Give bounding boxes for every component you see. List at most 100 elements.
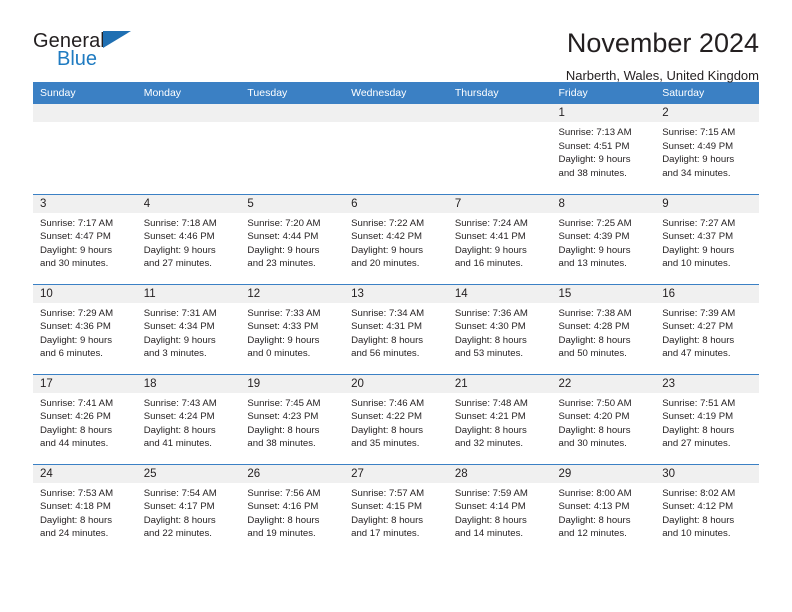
sunrise-time: Sunrise: 7:59 AM — [454, 487, 528, 499]
calendar-day-cell[interactable]: 16 Sunrise: 7:39 AM Sunset: 4:27 PM Dayligh… — [655, 283, 759, 374]
day-cell-inner: 28 Sunrise: 7:59 AM Sunset: 4:14 PM Dayligh… — [447, 464, 552, 555]
weekday-header-tuesday: Tuesday — [240, 82, 345, 104]
daylight-duration-line1: Daylight: 8 hours — [40, 514, 112, 526]
calendar-day-cell[interactable]: 4 Sunrise: 7:18 AM Sunset: 4:46 PM Daylight… — [136, 193, 241, 284]
calendar-day-cell[interactable]: 5 Sunrise: 7:20 AM Sunset: 4:44 PM Daylight… — [240, 193, 345, 284]
day-number: 13 — [344, 284, 448, 303]
day-cell-inner — [447, 104, 552, 194]
sunset-time: Sunset: 4:42 PM — [351, 231, 423, 243]
daylight-duration-line1: Daylight: 9 hours — [247, 334, 320, 346]
daylight-duration-line1: Daylight: 9 hours — [558, 244, 631, 256]
day-number: 4 — [136, 194, 241, 213]
daylight-duration-line1: Daylight: 8 hours — [247, 514, 320, 526]
sunset-time: Sunset: 4:20 PM — [558, 411, 630, 423]
sunset-time: Sunset: 4:13 PM — [558, 501, 630, 513]
day-sun-info: Sunrise: 7:15 AM Sunset: 4:49 PM Daylight:… — [655, 122, 759, 180]
calendar-day-cell[interactable]: 12 Sunrise: 7:33 AM Sunset: 4:33 PM Dayligh… — [240, 283, 345, 374]
calendar-day-cell[interactable]: 26 Sunrise: 7:56 AM Sunset: 4:16 PM Dayligh… — [240, 463, 345, 555]
day-cell-inner: 20 Sunrise: 7:46 AM Sunset: 4:22 PM Dayligh… — [344, 374, 448, 464]
calendar-day-cell[interactable]: 7 Sunrise: 7:24 AM Sunset: 4:41 PM Daylight… — [447, 193, 552, 284]
daylight-duration-line1: Daylight: 8 hours — [454, 514, 527, 526]
triangle-logo-icon — [103, 31, 131, 48]
calendar-day-cell[interactable]: 19 Sunrise: 7:45 AM Sunset: 4:23 PM Dayligh… — [240, 373, 345, 464]
calendar-day-cell[interactable]: 23 Sunrise: 7:51 AM Sunset: 4:19 PM Dayligh… — [655, 373, 759, 464]
daylight-duration-line1: Daylight: 9 hours — [662, 154, 735, 166]
calendar-day-cell[interactable]: 18 Sunrise: 7:43 AM Sunset: 4:24 PM Dayligh… — [136, 373, 241, 464]
sunset-time: Sunset: 4:16 PM — [247, 501, 319, 513]
day-cell-inner: 22 Sunrise: 7:50 AM Sunset: 4:20 PM Dayligh… — [551, 374, 656, 464]
sunset-time: Sunset: 4:44 PM — [247, 231, 319, 243]
daylight-duration-line1: Daylight: 8 hours — [558, 514, 631, 526]
day-sun-info: Sunrise: 7:20 AM Sunset: 4:44 PM Daylight:… — [240, 213, 344, 271]
calendar-day-cell[interactable]: 22 Sunrise: 7:50 AM Sunset: 4:20 PM Dayligh… — [551, 373, 656, 464]
day-sun-info: Sunrise: 7:50 AM Sunset: 4:20 PM Daylight:… — [552, 393, 656, 451]
sunrise-time: Sunrise: 7:31 AM — [143, 307, 217, 319]
calendar-day-cell[interactable]: 25 Sunrise: 7:54 AM Sunset: 4:17 PM Dayligh… — [136, 463, 241, 554]
calendar-day-cell[interactable]: 17 Sunrise: 7:41 AM Sunset: 4:26 PM Dayligh… — [33, 373, 137, 464]
calendar-day-cell[interactable]: 15 Sunrise: 7:38 AM Sunset: 4:28 PM Dayligh… — [551, 283, 656, 374]
brand-name-blue: Blue — [57, 48, 98, 70]
daylight-duration-line1: Daylight: 8 hours — [351, 424, 424, 436]
daylight-duration-line2: and 6 minutes. — [40, 348, 103, 360]
sunset-time: Sunset: 4:41 PM — [454, 231, 526, 243]
sunset-time: Sunset: 4:28 PM — [558, 321, 630, 333]
calendar-day-cell[interactable]: 11 Sunrise: 7:31 AM Sunset: 4:34 PM Dayligh… — [136, 283, 241, 374]
day-cell-inner: 7 Sunrise: 7:24 AM Sunset: 4:41 PM Daylight… — [447, 194, 552, 284]
calendar-day-cell[interactable]: 24 Sunrise: 7:53 AM Sunset: 4:18 PM Dayligh… — [33, 463, 137, 554]
sunset-time: Sunset: 4:27 PM — [662, 321, 734, 333]
daylight-duration-line2: and 44 minutes. — [40, 438, 109, 450]
daylight-duration-line1: Daylight: 9 hours — [143, 244, 216, 256]
day-sun-info: Sunrise: 7:56 AM Sunset: 4:16 PM Daylight:… — [240, 483, 344, 541]
daylight-duration-line2: and 30 minutes. — [40, 258, 109, 270]
day-number: 1 — [551, 104, 656, 122]
daylight-duration-line1: Daylight: 8 hours — [558, 334, 631, 346]
calendar-day-cell[interactable]: 21 Sunrise: 7:48 AM Sunset: 4:21 PM Dayligh… — [447, 373, 552, 464]
day-sun-info: Sunrise: 7:41 AM Sunset: 4:26 PM Daylight:… — [33, 393, 137, 451]
calendar-day-cell[interactable]: 13 Sunrise: 7:34 AM Sunset: 4:31 PM Dayligh… — [344, 283, 448, 374]
daylight-duration-line2: and 35 minutes. — [351, 438, 420, 450]
calendar-day-cell[interactable]: 20 Sunrise: 7:46 AM Sunset: 4:22 PM Dayligh… — [344, 373, 448, 464]
sunset-time: Sunset: 4:14 PM — [454, 501, 526, 513]
day-number: 23 — [655, 374, 759, 393]
brand-logo[interactable]: General Blue — [33, 28, 153, 74]
day-cell-inner — [136, 104, 241, 194]
calendar-day-cell[interactable]: 29 Sunrise: 8:00 AM Sunset: 4:13 PM Dayligh… — [551, 463, 656, 554]
day-sun-info: Sunrise: 7:48 AM Sunset: 4:21 PM Daylight:… — [448, 393, 552, 451]
day-sun-info: Sunrise: 7:13 AM Sunset: 4:51 PM Daylight:… — [552, 122, 656, 180]
sunrise-time: Sunrise: 7:43 AM — [143, 397, 217, 409]
day-cell-inner: 26 Sunrise: 7:56 AM Sunset: 4:16 PM Dayligh… — [240, 464, 345, 555]
calendar-day-cell[interactable]: 3 Sunrise: 7:17 AM Sunset: 4:47 PM Daylight… — [33, 193, 137, 284]
daylight-duration-line1: Daylight: 8 hours — [351, 334, 424, 346]
calendar-day-cell[interactable]: 27 Sunrise: 7:57 AM Sunset: 4:15 PM Dayligh… — [344, 463, 448, 555]
calendar-day-cell[interactable]: 1 Sunrise: 7:13 AM Sunset: 4:51 PM Daylight… — [551, 104, 656, 194]
calendar-day-cell[interactable]: 14 Sunrise: 7:36 AM Sunset: 4:30 PM Dayligh… — [447, 283, 552, 374]
calendar-day-cell[interactable]: 28 Sunrise: 7:59 AM Sunset: 4:14 PM Dayligh… — [447, 463, 552, 555]
calendar-day-cell[interactable]: 2 Sunrise: 7:15 AM Sunset: 4:49 PM Daylight… — [655, 104, 759, 194]
day-number: 22 — [551, 374, 656, 393]
daylight-duration-line2: and 27 minutes. — [143, 258, 212, 270]
day-number: 18 — [136, 374, 241, 393]
day-cell-inner: 4 Sunrise: 7:18 AM Sunset: 4:46 PM Daylight… — [136, 194, 241, 284]
day-cell-inner: 27 Sunrise: 7:57 AM Sunset: 4:15 PM Dayligh… — [344, 464, 448, 555]
sunset-time: Sunset: 4:19 PM — [662, 411, 734, 423]
day-number: 26 — [240, 464, 345, 483]
day-number: 27 — [344, 464, 448, 483]
calendar-week-row: 17 Sunrise: 7:41 AM Sunset: 4:26 PM Dayligh… — [33, 373, 759, 464]
calendar-day-cell[interactable]: 6 Sunrise: 7:22 AM Sunset: 4:42 PM Daylight… — [344, 193, 448, 284]
calendar-day-cell[interactable]: 30 Sunrise: 8:02 AM Sunset: 4:12 PM Dayligh… — [655, 463, 759, 554]
day-number: 8 — [551, 194, 656, 213]
calendar-day-cell-empty — [136, 104, 241, 194]
day-number — [33, 104, 137, 122]
day-number — [344, 104, 448, 122]
day-number: 15 — [551, 284, 656, 303]
day-cell-inner: 15 Sunrise: 7:38 AM Sunset: 4:28 PM Dayligh… — [551, 284, 656, 374]
day-number: 16 — [655, 284, 759, 303]
daylight-duration-line2: and 10 minutes. — [662, 528, 731, 540]
calendar-day-cell[interactable]: 8 Sunrise: 7:25 AM Sunset: 4:39 PM Daylight… — [551, 193, 656, 284]
day-cell-inner: 9 Sunrise: 7:27 AM Sunset: 4:37 PM Daylight… — [655, 194, 759, 284]
calendar-day-cell[interactable]: 9 Sunrise: 7:27 AM Sunset: 4:37 PM Daylight… — [655, 193, 759, 284]
sunset-time: Sunset: 4:18 PM — [40, 501, 111, 513]
daylight-duration-line2: and 56 minutes. — [351, 348, 420, 360]
sunrise-time: Sunrise: 7:56 AM — [247, 487, 321, 499]
calendar-day-cell[interactable]: 10 Sunrise: 7:29 AM Sunset: 4:36 PM Dayligh… — [33, 283, 137, 374]
